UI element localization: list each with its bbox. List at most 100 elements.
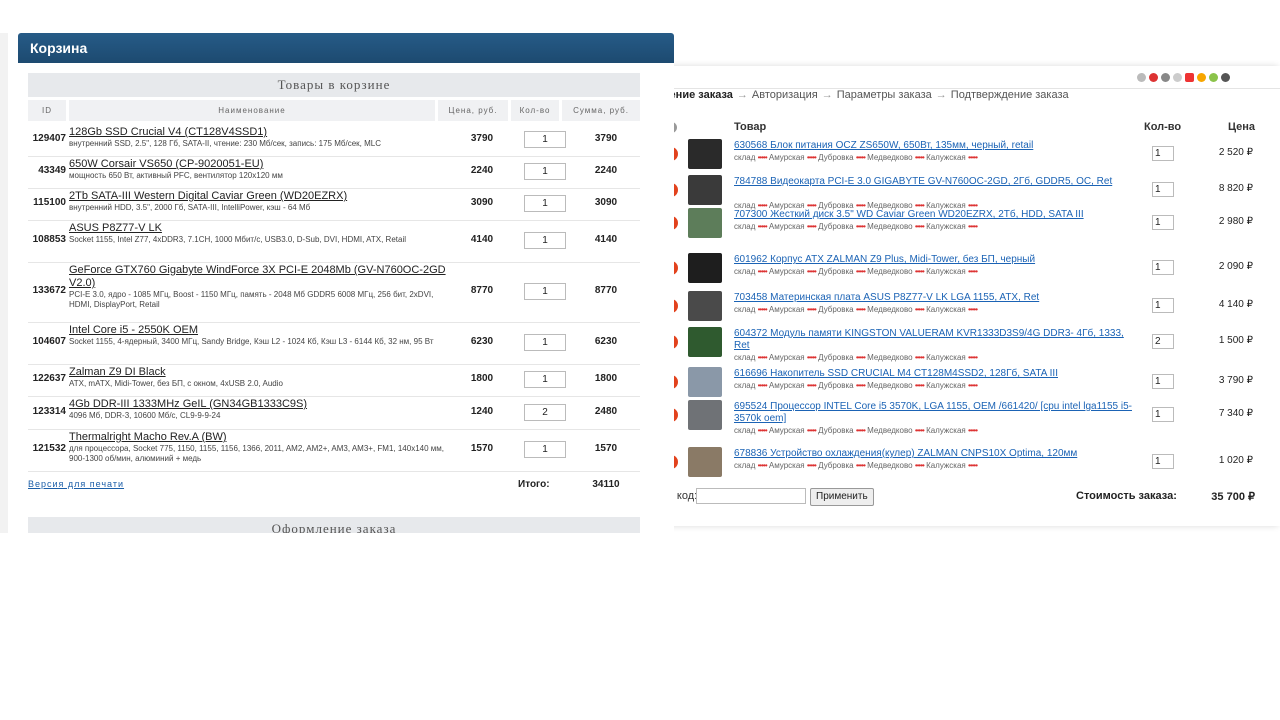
quantity-input[interactable]: 1 <box>1152 146 1174 161</box>
background-window-edge <box>0 33 8 533</box>
quantity-input[interactable]: 1 <box>1152 298 1174 313</box>
product-name-link[interactable]: 128Gb SSD Crucial V4 (CT128V4SSD1) <box>69 126 449 139</box>
stock-availability: склад ••••• Амурская ••••• Дубровка ••••… <box>734 353 978 362</box>
addon-red-icon[interactable] <box>1185 73 1194 82</box>
total-value: 34110 <box>592 479 620 490</box>
row-sum: 8770 <box>594 285 618 296</box>
zoom-icon[interactable] <box>1137 73 1146 82</box>
product-link[interactable]: 695524 Процессор INTEL Core i5 3570K, LG… <box>734 401 1134 425</box>
product-name-link[interactable]: 4Gb DDR-III 1333MHz GeIL (GN34GB1333C9S) <box>69 398 449 411</box>
item-price: 3 790 ₽ <box>1218 375 1253 386</box>
product-thumbnail <box>688 447 722 477</box>
product-name-link[interactable]: Intel Core i5 - 2550K OEM <box>69 324 449 337</box>
row-sum: 1800 <box>594 373 618 384</box>
table-row: 104607 Intel Core i5 - 2550K OEM Socket 11… <box>28 322 640 365</box>
quantity-input[interactable]: 2 <box>1152 334 1174 349</box>
item-price: 4 140 ₽ <box>1218 299 1253 310</box>
row-id: 129407 <box>32 133 66 144</box>
breadcrumb-step[interactable]: Параметры заказа <box>837 89 932 101</box>
quantity-input[interactable]: 2 <box>524 404 566 421</box>
product-link[interactable]: 616696 Накопитель SSD CRUCIAL M4 CT128M4… <box>734 368 1134 380</box>
row-price: 1800 <box>470 373 494 384</box>
product-name-link[interactable]: 2Tb SATA-III Western Digital Caviar Gree… <box>69 190 449 203</box>
product-description: Socket 1155, Intel Z77, 4xDDR3, 7.1CH, 1… <box>69 235 406 244</box>
product-link[interactable]: 703458 Материнская плата ASUS P8Z77-V LK… <box>734 292 1134 304</box>
product-name-link[interactable]: GeForce GTX760 Gigabyte WindForce 3X PCI… <box>69 264 449 290</box>
item-price: 7 340 ₽ <box>1218 408 1253 419</box>
quantity-input[interactable]: 1 <box>524 232 566 249</box>
product-name-link[interactable]: Zalman Z9 DI Black <box>69 366 449 379</box>
browser-toolbar <box>628 66 1280 89</box>
product-link[interactable]: 784788 Видеокарта PCI-E 3.0 GIGABYTE GV-… <box>734 176 1134 188</box>
browser-extension-icons <box>1137 73 1230 82</box>
quantity-input[interactable]: 1 <box>524 334 566 351</box>
row-sum: 6230 <box>594 336 618 347</box>
product-name-link[interactable]: Thermalright Macho Rev.A (BW) <box>69 431 449 444</box>
product-thumbnail <box>688 253 722 283</box>
column-header-qty: Кол-во <box>1144 121 1182 133</box>
quantity-input[interactable]: 1 <box>524 195 566 212</box>
quantity-input[interactable]: 1 <box>524 131 566 148</box>
order-section-header[interactable]: Оформление заказа <box>28 517 640 533</box>
product-description: для процессора, Socket 775, 1150, 1155, … <box>69 444 444 463</box>
breadcrumb-step[interactable]: Авторизация <box>752 89 818 101</box>
table-row: 122637 Zalman Z9 DI Black ATX, mATX, Midi-… <box>28 364 640 397</box>
item-price: 2 520 ₽ <box>1218 147 1253 158</box>
table-row: 133672 GeForce GTX760 Gigabyte WindForce … <box>28 262 640 323</box>
row-price: 1240 <box>470 406 494 417</box>
settings-icon[interactable] <box>1161 73 1170 82</box>
stock-availability: склад ••••• Амурская ••••• Дубровка ••••… <box>734 305 978 314</box>
android-icon[interactable] <box>1209 73 1218 82</box>
quantity-input[interactable]: 1 <box>1152 260 1174 275</box>
product-description: ATX, mATX, Midi-Tower, без БП, с окном, … <box>69 379 283 388</box>
row-id: 121532 <box>32 443 66 454</box>
extension-icon[interactable] <box>1173 73 1182 82</box>
print-version-link[interactable]: Версия для печати <box>28 479 124 489</box>
product-thumbnail <box>688 400 722 430</box>
menu-icon[interactable] <box>1221 73 1230 82</box>
table-row: 108853 ASUS P8Z77-V LK Socket 1155, Intel … <box>28 220 640 263</box>
product-thumbnail <box>688 139 722 169</box>
row-sum: 2480 <box>594 406 618 417</box>
quantity-input[interactable]: 1 <box>524 371 566 388</box>
row-price: 1570 <box>470 443 494 454</box>
apply-promo-button[interactable]: Применить <box>810 488 874 506</box>
quantity-input[interactable]: 1 <box>524 163 566 180</box>
breadcrumb-step[interactable]: Подтверждение заказа <box>951 89 1069 101</box>
product-name-link[interactable]: 650W Corsair VS650 (CP-9020051-EU) <box>69 158 449 171</box>
product-link[interactable]: 604372 Модуль памяти KINGSTON VALUERAM K… <box>734 328 1134 352</box>
item-price: 1 020 ₽ <box>1218 455 1253 466</box>
item-price: 2 980 ₽ <box>1218 216 1253 227</box>
checkout-breadcrumb: Уточнение заказа → Авторизация → Параметры з… <box>638 89 1069 101</box>
quantity-input[interactable]: 1 <box>1152 374 1174 389</box>
quantity-input[interactable]: 1 <box>524 283 566 300</box>
product-name-link[interactable]: ASUS P8Z77-V LK <box>69 222 449 235</box>
product-description: мощность 650 Вт, активный PFC, вентилято… <box>69 171 283 180</box>
checkout-window: Уточнение заказа → Авторизация → Параметры з… <box>628 66 1280 526</box>
addon-orange-icon[interactable] <box>1197 73 1206 82</box>
product-thumbnail <box>688 208 722 238</box>
item-price: 1 500 ₽ <box>1218 335 1253 346</box>
product-link[interactable]: 630568 Блок питания OCZ ZS650W, 650Вт, 1… <box>734 140 1134 152</box>
quantity-input[interactable]: 1 <box>1152 215 1174 230</box>
row-id: 43349 <box>38 165 66 176</box>
quantity-input[interactable]: 1 <box>1152 454 1174 469</box>
quantity-input[interactable]: 1 <box>1152 407 1174 422</box>
table-row: 123314 4Gb DDR-III 1333MHz GeIL (GN34GB13… <box>28 396 640 430</box>
stock-availability: склад ••••• Амурская ••••• Дубровка ••••… <box>734 153 978 162</box>
table-row: 129407 128Gb SSD Crucial V4 (CT128V4SSD1)… <box>28 124 640 157</box>
product-thumbnail <box>688 367 722 397</box>
promo-code-input[interactable] <box>696 488 806 504</box>
product-description: PCI-E 3.0, ядро - 1085 МГц, Boost - 1150… <box>69 290 434 309</box>
column-header-price: Цена, руб. <box>438 100 508 121</box>
product-link[interactable]: 707300 Жесткий диск 3.5" WD Caviar Green… <box>734 209 1134 221</box>
product-description: Socket 1155, 4-ядерный, 3400 МГц, Sandy … <box>69 337 434 346</box>
stop-icon[interactable] <box>1149 73 1158 82</box>
column-header-product: Товар <box>734 121 767 133</box>
product-link[interactable]: 678836 Устройство охлаждения(кулер) ZALM… <box>734 448 1134 460</box>
row-price: 3090 <box>470 197 494 208</box>
row-price: 8770 <box>470 285 494 296</box>
quantity-input[interactable]: 1 <box>1152 182 1174 197</box>
quantity-input[interactable]: 1 <box>524 441 566 458</box>
product-link[interactable]: 601962 Корпус ATX ZALMAN Z9 Plus, Midi-T… <box>734 254 1134 266</box>
